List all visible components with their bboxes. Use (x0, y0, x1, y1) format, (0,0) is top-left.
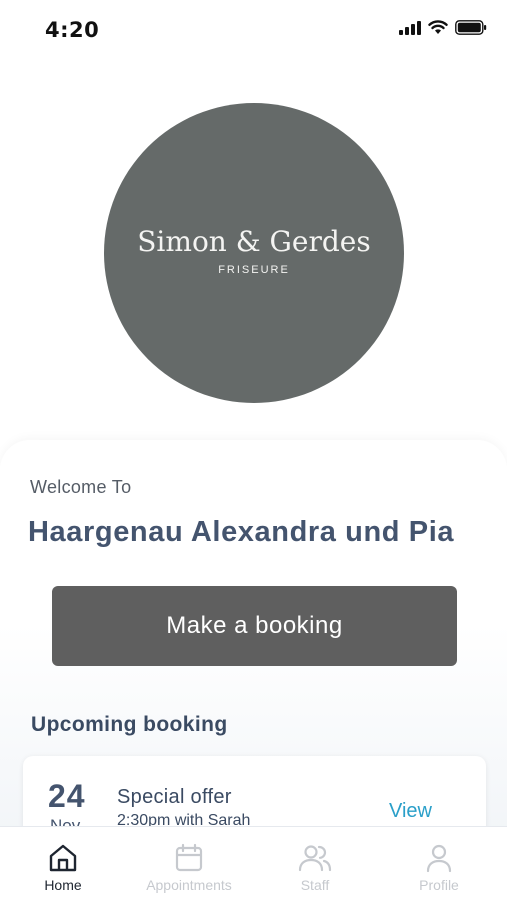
booking-title: Special offer (117, 786, 232, 808)
user-icon (426, 844, 452, 873)
logo-subtitle: FRISEURE (218, 263, 290, 276)
tab-appointments-label: Appointments (146, 877, 232, 893)
tab-bar: Home Appointments Staff Profile (0, 826, 507, 900)
battery-icon (455, 20, 487, 35)
wifi-icon (428, 20, 448, 34)
status-time: 4:20 (45, 18, 100, 42)
welcome-label: Welcome To (30, 477, 132, 497)
calendar-icon (175, 843, 203, 872)
make-booking-button[interactable]: Make a booking (52, 586, 457, 666)
tab-profile[interactable]: Profile (376, 827, 502, 900)
view-booking-link[interactable]: View (389, 800, 432, 823)
tab-home[interactable]: Home (0, 827, 126, 900)
signal-icon (399, 20, 421, 35)
booking-day: 24 (48, 778, 86, 814)
status-bar: 4:20 (0, 0, 507, 60)
upcoming-heading: Upcoming booking (31, 713, 228, 736)
tab-profile-label: Profile (419, 877, 459, 893)
status-icons (399, 20, 487, 35)
tab-appointments[interactable]: Appointments (126, 827, 252, 900)
home-icon (49, 844, 77, 872)
tab-staff-label: Staff (300, 877, 330, 893)
tab-home-label: Home (44, 877, 82, 893)
tab-staff[interactable]: Staff (252, 827, 378, 900)
salon-logo: Simon & Gerdes FRISEURE (104, 103, 404, 403)
logo-title: Simon & Gerdes (137, 224, 371, 258)
users-icon (298, 845, 332, 872)
salon-name: Haargenau Alexandra und Pia (28, 516, 455, 548)
